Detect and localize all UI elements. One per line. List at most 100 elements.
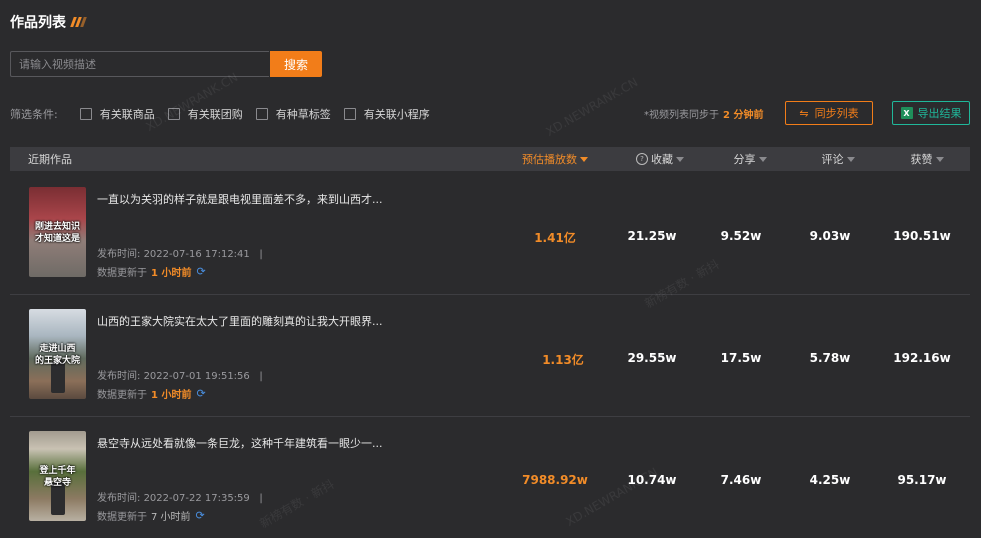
data-updated: 数据更新于 1 小时前 ⟳ [97,386,206,401]
column-header-label: 评论 [821,153,844,166]
column-header-shares[interactable]: 分享 [710,147,790,171]
thumbnail-caption: 登上千年 悬空寺 [39,466,76,488]
favorites-value: 10.74w [627,473,677,487]
favorites-value: 29.55w [627,351,677,365]
video-description[interactable]: 悬空寺从远处看就像一条巨龙，这种千年建筑看一眼少一... [97,435,397,451]
publish-time: 发布时间: 2022-07-22 17:35:59 | [97,489,263,504]
updated-value: 1 小时前 [151,268,192,279]
column-header-label: 收藏 [651,153,673,166]
shares-value: 9.52w [720,229,762,243]
likes-value: 95.17w [897,473,947,487]
sync-button-label: 同步列表 [814,107,859,120]
export-results-button[interactable]: X 导出结果 [892,101,970,125]
column-header-plays[interactable]: 预估播放数 [515,147,595,171]
video-thumbnail[interactable]: 走进山西 的王家大院 [29,309,86,399]
sync-note-prefix: *视频列表同步于 [644,110,719,121]
table-header: 近期作品 预估播放数 ? 收藏 分享 评论 获赞 [10,147,970,171]
filter-related-mini-program[interactable]: 有关联小程序 [343,106,430,122]
thumbnail-caption: 走进山西 的王家大院 [34,344,80,366]
search-button[interactable]: 搜索 [270,51,322,77]
updated-value: 1 小时前 [151,390,192,401]
sort-caret-icon [676,156,684,162]
filter-option-label: 有关联小程序 [363,108,430,121]
publish-time: 发布时间: 2022-07-16 17:12:41 | [97,245,263,260]
plays-value: 7988.92w [522,473,588,487]
sync-list-button[interactable]: ⇋ 同步列表 [785,101,873,125]
sort-caret-icon [935,156,944,162]
checkbox[interactable] [343,108,356,120]
filter-label: 筛选条件: [10,108,58,121]
question-icon[interactable]: ? [636,153,648,165]
updated-label: 数据更新于 [97,268,147,279]
refresh-icon[interactable]: ⟳ [196,387,205,400]
publish-value: 2022-07-22 17:35:59 [143,493,250,504]
column-header-favorites[interactable]: ? 收藏 [620,147,700,171]
separator: | [252,493,263,504]
sort-caret-icon [758,156,767,162]
publish-label: 发布时间: [97,493,141,504]
shares-value: 7.46w [720,473,762,487]
table-row[interactable]: 刚进去知识 才知道这是 一直以为关羽的样子就是跟电视里面差不多，来到山西才... … [10,172,970,295]
column-header-works: 近期作品 [28,153,72,166]
checkbox[interactable] [255,108,268,120]
filter-related-group-buy[interactable]: 有关联团购 [167,106,243,122]
sync-note-time: 2 分钟前 [723,110,764,121]
checkbox[interactable] [167,108,180,120]
comments-value: 5.78w [809,351,851,365]
video-description[interactable]: 一直以为关羽的样子就是跟电视里面差不多，来到山西才... [97,191,397,207]
publish-value: 2022-07-01 19:51:56 [143,371,250,382]
watermark: XD.NEWRANK.CN [143,69,241,135]
refresh-icon[interactable]: ⟳ [196,509,205,522]
export-button-label: 导出结果 [917,107,962,120]
column-header-label: 分享 [733,153,756,166]
column-header-comments[interactable]: 评论 [798,147,878,171]
comments-value: 9.03w [809,229,851,243]
plays-value: 1.13亿 [542,353,584,367]
comments-value: 4.25w [809,473,851,487]
refresh-icon[interactable]: ⟳ [196,265,205,278]
thumbnail-caption: 刚进去知识 才知道这是 [34,222,80,244]
column-header-label: 预估播放数 [522,153,577,166]
sync-status-note: *视频列表同步于 2 分钟前 [644,106,763,121]
publish-time: 发布时间: 2022-07-01 19:51:56 | [97,367,263,382]
likes-value: 190.51w [893,229,951,243]
updated-label: 数据更新于 [97,512,147,523]
table-row[interactable]: 登上千年 悬空寺 悬空寺从远处看就像一条巨龙，这种千年建筑看一眼少一... 发布时… [10,416,970,538]
sort-caret-icon [580,156,588,162]
filter-option-label: 有关联商品 [99,108,155,121]
separator: | [252,371,263,382]
video-thumbnail[interactable]: 刚进去知识 才知道这是 [29,187,86,277]
filter-option-label: 有关联团购 [187,108,243,121]
search-box [10,51,269,77]
checkbox[interactable] [79,108,92,120]
table-row[interactable]: 走进山西 的王家大院 山西的王家大院实在太大了里面的雕刻真的让我大开眼界... 发… [10,294,970,417]
data-updated: 数据更新于 1 小时前 ⟳ [97,264,206,279]
updated-value: 7 小时前 [151,512,191,523]
publish-label: 发布时间: [97,249,141,260]
data-updated: 数据更新于 7 小时前 ⟳ [97,508,205,523]
shares-value: 17.5w [720,351,762,365]
watermark: XD.NEWRANK.CN [543,74,641,140]
filter-seeding-tag[interactable]: 有种草标签 [255,106,331,122]
video-thumbnail[interactable]: 登上千年 悬空寺 [29,431,86,521]
excel-icon: X [900,107,913,119]
plays-value: 1.41亿 [534,231,576,245]
publish-value: 2022-07-16 17:12:41 [143,249,250,260]
video-description[interactable]: 山西的王家大院实在太大了里面的雕刻真的让我大开眼界... [97,313,397,329]
likes-value: 192.16w [893,351,951,365]
publish-label: 发布时间: [97,371,141,382]
filter-row: 筛选条件: 有关联商品 有关联团购 有种草标签 有关联小程序 [10,106,443,122]
filter-option-label: 有种草标签 [275,108,331,121]
search-input[interactable] [11,52,269,76]
sync-arrows-icon: ⇋ [799,106,809,120]
separator: | [252,249,263,260]
title-decoration-icon [70,17,87,27]
sort-caret-icon [846,156,855,162]
column-header-label: 获赞 [910,153,933,166]
updated-label: 数据更新于 [97,390,147,401]
page-title: 作品列表 [10,15,66,31]
filter-related-products[interactable]: 有关联商品 [79,106,155,122]
page-title-row: 作品列表 [10,12,87,32]
favorites-value: 21.25w [627,229,677,243]
column-header-likes[interactable]: 获赞 [887,147,967,171]
